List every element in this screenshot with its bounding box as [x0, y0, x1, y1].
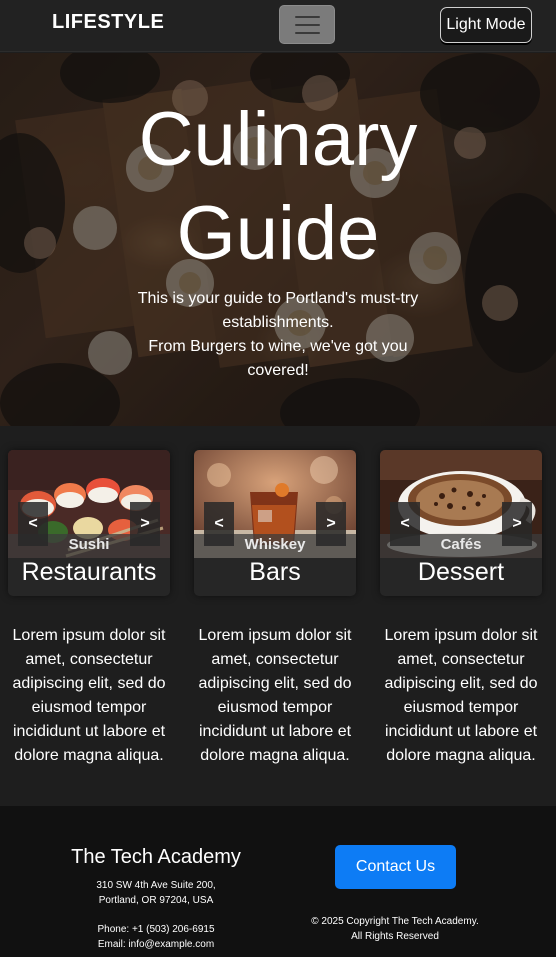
card-dessert: Cafés < > Dessert Lorem ipsum dolor sit … [380, 450, 542, 764]
card-description: Lorem ipsum dolor sit amet, consectetur … [384, 627, 538, 764]
footer-phone: Phone: +1 (503) 206-6915 [97, 924, 215, 935]
hero-title-line: Culinary [138, 97, 418, 182]
hero-title: Culinary Guide [0, 93, 556, 281]
light-mode-button[interactable]: Light Mode [440, 7, 532, 43]
hero-banner: Culinary Guide This is your guide to Por… [0, 53, 556, 426]
hero-subtitle: This is your guide to Portland's must-tr… [130, 287, 426, 383]
category-cards: Sushi < > Restaurants Lorem ipsum dolor … [0, 426, 556, 806]
card-title: Dessert [417, 558, 505, 586]
hamburger-icon-bar [294, 15, 320, 18]
copyright-text: © 2025 Copyright The Tech Academy. [311, 916, 479, 927]
card-description: Lorem ipsum dolor sit amet, consectetur … [12, 627, 166, 764]
navbar-toggle-button[interactable] [279, 5, 335, 44]
card-title: Bars [249, 558, 301, 586]
footer-contact-info: Phone: +1 (503) 206-6915 Email: info@exa… [70, 922, 242, 952]
footer-copyright: © 2025 Copyright The Tech Academy. All R… [290, 914, 500, 944]
navbar: LIFESTYLE Light Mode [0, 0, 556, 52]
carousel-prev-button[interactable]: < [204, 502, 234, 546]
address-line: 310 SW 4th Ave Suite 200, [96, 880, 216, 891]
brand-logo[interactable]: LIFESTYLE [52, 11, 164, 34]
carousel-next-button[interactable]: > [130, 502, 160, 546]
hero-subtitle-line: This is your guide to Portland's must-tr… [137, 290, 419, 331]
hero-subtitle-line: From Burgers to wine, we've got you cove… [148, 338, 408, 379]
card-carousel: Cafés < > Dessert [380, 450, 542, 596]
card-bars: Whiskey < > Bars Lorem ipsum dolor sit a… [194, 450, 356, 764]
hero-title-line: Guide [176, 191, 380, 276]
hamburger-icon-bar [294, 23, 320, 26]
card-carousel: Whiskey < > Bars [194, 450, 356, 596]
carousel-prev-button[interactable]: < [390, 502, 420, 546]
card-description: Lorem ipsum dolor sit amet, consectetur … [198, 627, 352, 764]
contact-us-button[interactable]: Contact Us [335, 845, 456, 889]
footer: The Tech Academy 310 SW 4th Ave Suite 20… [0, 806, 556, 957]
card-title: Restaurants [21, 558, 157, 586]
footer-email[interactable]: Email: info@example.com [98, 939, 214, 950]
footer-org-name: The Tech Academy [71, 846, 241, 868]
carousel-next-button[interactable]: > [502, 502, 532, 546]
carousel-next-button[interactable]: > [316, 502, 346, 546]
address-line: Portland, OR 97204, USA [98, 895, 214, 906]
rights-text: All Rights Reserved [351, 931, 439, 942]
carousel-prev-button[interactable]: < [18, 502, 48, 546]
footer-address: 310 SW 4th Ave Suite 200, Portland, OR 9… [70, 878, 242, 908]
hamburger-icon-bar [294, 31, 320, 34]
card-restaurants: Sushi < > Restaurants Lorem ipsum dolor … [8, 450, 170, 764]
card-carousel: Sushi < > Restaurants [8, 450, 170, 596]
